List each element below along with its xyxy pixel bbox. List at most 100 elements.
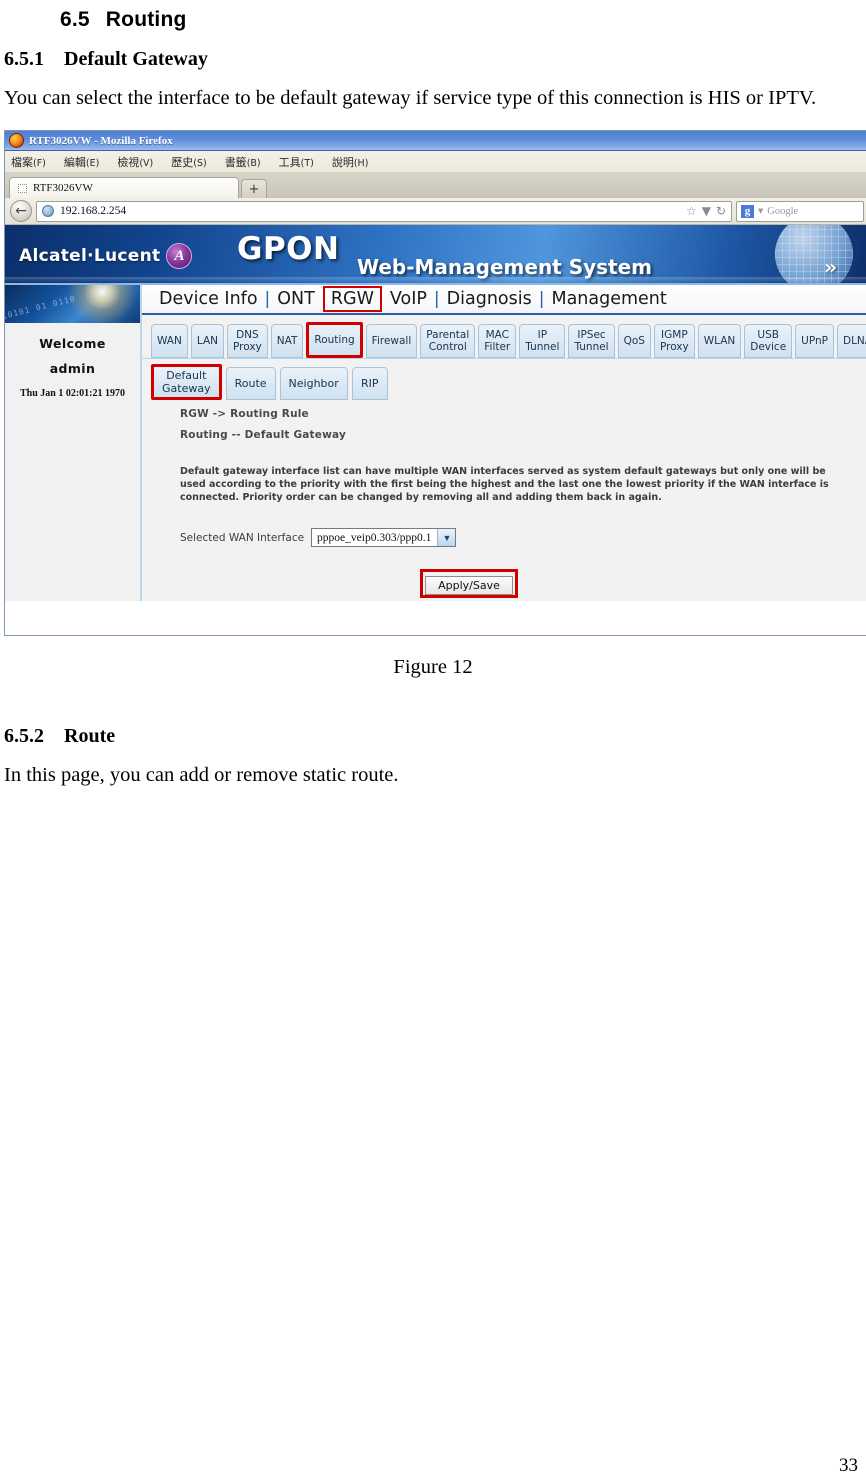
browser-tab[interactable]: RTF3026VW — [9, 177, 239, 198]
nav-item-device-info[interactable]: Device Info — [154, 289, 263, 309]
firefox-logo-icon — [9, 133, 24, 148]
tab-wlan[interactable]: WLAN — [697, 324, 742, 358]
sidebar-username: admin — [49, 361, 96, 376]
nav-item-voip[interactable]: VoIP — [385, 289, 432, 309]
panel-description: Default gateway interface list can have … — [180, 466, 829, 503]
browser-tab-label: RTF3026VW — [33, 182, 93, 194]
tab-dns-proxy[interactable]: DNS Proxy — [227, 324, 268, 358]
menu-item-help[interactable]: 說明(H) — [332, 154, 369, 170]
subsection-number-2: 6.5.2 — [4, 725, 44, 747]
address-bar-actions: ☆ ▼ ↻ — [686, 204, 726, 218]
menu-item-file[interactable]: 檔案(F) — [11, 154, 46, 170]
page-number: 33 — [839, 1455, 858, 1476]
subsection-heading-2: 6.5.2 Route — [4, 725, 862, 748]
menu-item-tools[interactable]: 工具(T) — [279, 154, 314, 170]
sidebar-datetime: Thu Jan 1 02:01:21 1970 — [19, 388, 125, 399]
section-title: Routing — [105, 8, 187, 31]
apply-save-button[interactable]: Apply/Save — [425, 576, 513, 595]
back-button[interactable]: ← — [10, 200, 32, 222]
feature-tab-row: WAN LAN DNS Proxy NAT Routing Firewall Pa… — [142, 315, 866, 358]
browser-tab-strip: RTF3026VW + — [5, 173, 866, 198]
google-icon: g — [741, 204, 754, 218]
address-bar-value: 192.168.2.254 — [60, 205, 127, 217]
nav-item-ont[interactable]: ONT — [272, 289, 320, 309]
globe-graphic-icon — [775, 225, 853, 283]
tab-mac-filter[interactable]: MAC Filter — [478, 324, 517, 358]
brand-name: Alcatel·Lucent — [19, 246, 161, 266]
address-bar[interactable]: 192.168.2.254 ☆ ▼ ↻ — [36, 200, 732, 222]
nav-item-rgw[interactable]: RGW — [322, 286, 382, 312]
section-heading: 6.5 Routing — [60, 8, 862, 32]
menu-item-bookmarks[interactable]: 書籤(B) — [225, 154, 261, 170]
body-paragraph-1: You can select the interface to be defau… — [4, 87, 817, 109]
browser-menu-bar: 檔案(F) 編輯(E) 檢視(V) 歷史(S) 書籤(B) 工具(T) 說明(H… — [5, 151, 866, 173]
tab-ip-tunnel[interactable]: IP Tunnel — [519, 324, 566, 358]
search-input[interactable]: g ▾ Google — [736, 200, 864, 222]
tab-qos[interactable]: QoS — [617, 324, 651, 358]
subsection-heading-1: 6.5.1 Default Gateway — [4, 48, 862, 71]
tab-dlna[interactable]: DLNA — [837, 324, 866, 358]
browser-nav-bar: ← 192.168.2.254 ☆ ▼ ↻ g ▾ Google — [5, 198, 866, 225]
product-name: GPON — [237, 231, 340, 267]
browser-screenshot-figure: RTF3026VW - Mozilla Firefox 檔案(F) 編輯(E) … — [4, 130, 866, 636]
tab-lan[interactable]: LAN — [190, 324, 224, 358]
page-body: Welcome admin Thu Jan 1 02:01:21 1970 De… — [5, 285, 866, 601]
top-navigation: Device Info | ONT RGW VoIP | Diagnosis |… — [142, 285, 866, 315]
subtab-route[interactable]: Route — [225, 367, 276, 400]
main-content: Device Info | ONT RGW VoIP | Diagnosis |… — [142, 285, 866, 601]
wan-interface-value: pppoe_veip0.303/ppp0.1 — [317, 531, 432, 544]
subtab-rip[interactable]: RIP — [351, 367, 388, 400]
bookmark-star-icon[interactable]: ☆ — [686, 204, 697, 218]
tab-wan[interactable]: WAN — [151, 324, 188, 358]
breadcrumb-secondary: Routing -- Default Gateway — [180, 429, 347, 441]
sidebar-decorative-image — [5, 285, 140, 323]
wan-interface-row: Selected WAN Interface pppoe_veip0.303/p… — [180, 528, 866, 547]
swoosh-icon: » — [824, 255, 837, 279]
tab-ipsec-tunnel[interactable]: IPSec Tunnel — [568, 324, 615, 358]
tab-usb-device[interactable]: USB Device — [744, 324, 793, 358]
subsection-number-1: 6.5.1 — [4, 48, 44, 70]
nav-separator: | — [538, 289, 545, 309]
tab-nat[interactable]: NAT — [270, 324, 304, 358]
document-page: 6.5 Routing 6.5.1 Default Gateway You can … — [0, 8, 866, 791]
tab-parental-control[interactable]: Parental Control — [420, 324, 476, 358]
tab-favicon-icon — [18, 183, 27, 193]
tab-igmp-proxy[interactable]: IGMP Proxy — [653, 324, 695, 358]
nav-item-management[interactable]: Management — [546, 289, 671, 309]
sidebar-welcome-label: Welcome — [39, 336, 106, 351]
tab-routing[interactable]: Routing — [306, 322, 363, 358]
gpon-banner: Alcatel·Lucent A GPON Web-Management Sys… — [5, 225, 866, 285]
apply-row: Apply/Save — [180, 569, 758, 598]
alcatel-lucent-logo: Alcatel·Lucent A — [19, 243, 193, 269]
chevron-down-icon[interactable]: ▼ — [437, 529, 456, 546]
sidebar: Welcome admin Thu Jan 1 02:01:21 1970 — [5, 285, 142, 601]
window-title: RTF3026VW - Mozilla Firefox — [29, 134, 173, 147]
nav-separator: | — [264, 289, 271, 309]
subtab-default-gateway[interactable]: Default Gateway — [151, 364, 222, 400]
body-paragraph-2: In this page, you can add or remove stat… — [4, 764, 399, 786]
subsection-title-2: Route — [64, 725, 116, 747]
search-placeholder: Google — [767, 205, 799, 217]
tab-upnp[interactable]: UPnP — [795, 324, 834, 358]
sub-tab-row: Default Gateway Route Neighbor RIP — [142, 358, 866, 400]
new-tab-button[interactable]: + — [241, 179, 267, 198]
menu-item-edit[interactable]: 編輯(E) — [64, 154, 99, 170]
browser-title-bar: RTF3026VW - Mozilla Firefox — [5, 131, 866, 151]
chevron-down-icon[interactable]: ▼ — [702, 204, 711, 218]
alcatel-lucent-mark-icon: A — [166, 243, 193, 269]
site-globe-icon — [42, 205, 54, 217]
wan-interface-label: Selected WAN Interface — [180, 531, 305, 544]
nav-item-diagnosis[interactable]: Diagnosis — [442, 289, 537, 309]
wan-interface-select[interactable]: pppoe_veip0.303/ppp0.1 ▼ — [311, 528, 457, 547]
breadcrumb-primary: RGW -> Routing Rule — [180, 408, 309, 420]
tab-firewall[interactable]: Firewall — [365, 324, 418, 358]
product-subtitle: Web-Management System — [357, 255, 653, 279]
reload-icon[interactable]: ↻ — [716, 204, 726, 218]
nav-separator: | — [433, 289, 440, 309]
search-engine-caret[interactable]: ▾ — [758, 205, 763, 217]
subsection-title-1: Default Gateway — [64, 48, 208, 70]
subtab-neighbor[interactable]: Neighbor — [279, 367, 348, 400]
menu-item-history[interactable]: 歷史(S) — [171, 154, 206, 170]
settings-panel: RGW -> Routing Rule Routing -- Default G… — [142, 400, 866, 598]
menu-item-view[interactable]: 檢視(V) — [117, 154, 153, 170]
